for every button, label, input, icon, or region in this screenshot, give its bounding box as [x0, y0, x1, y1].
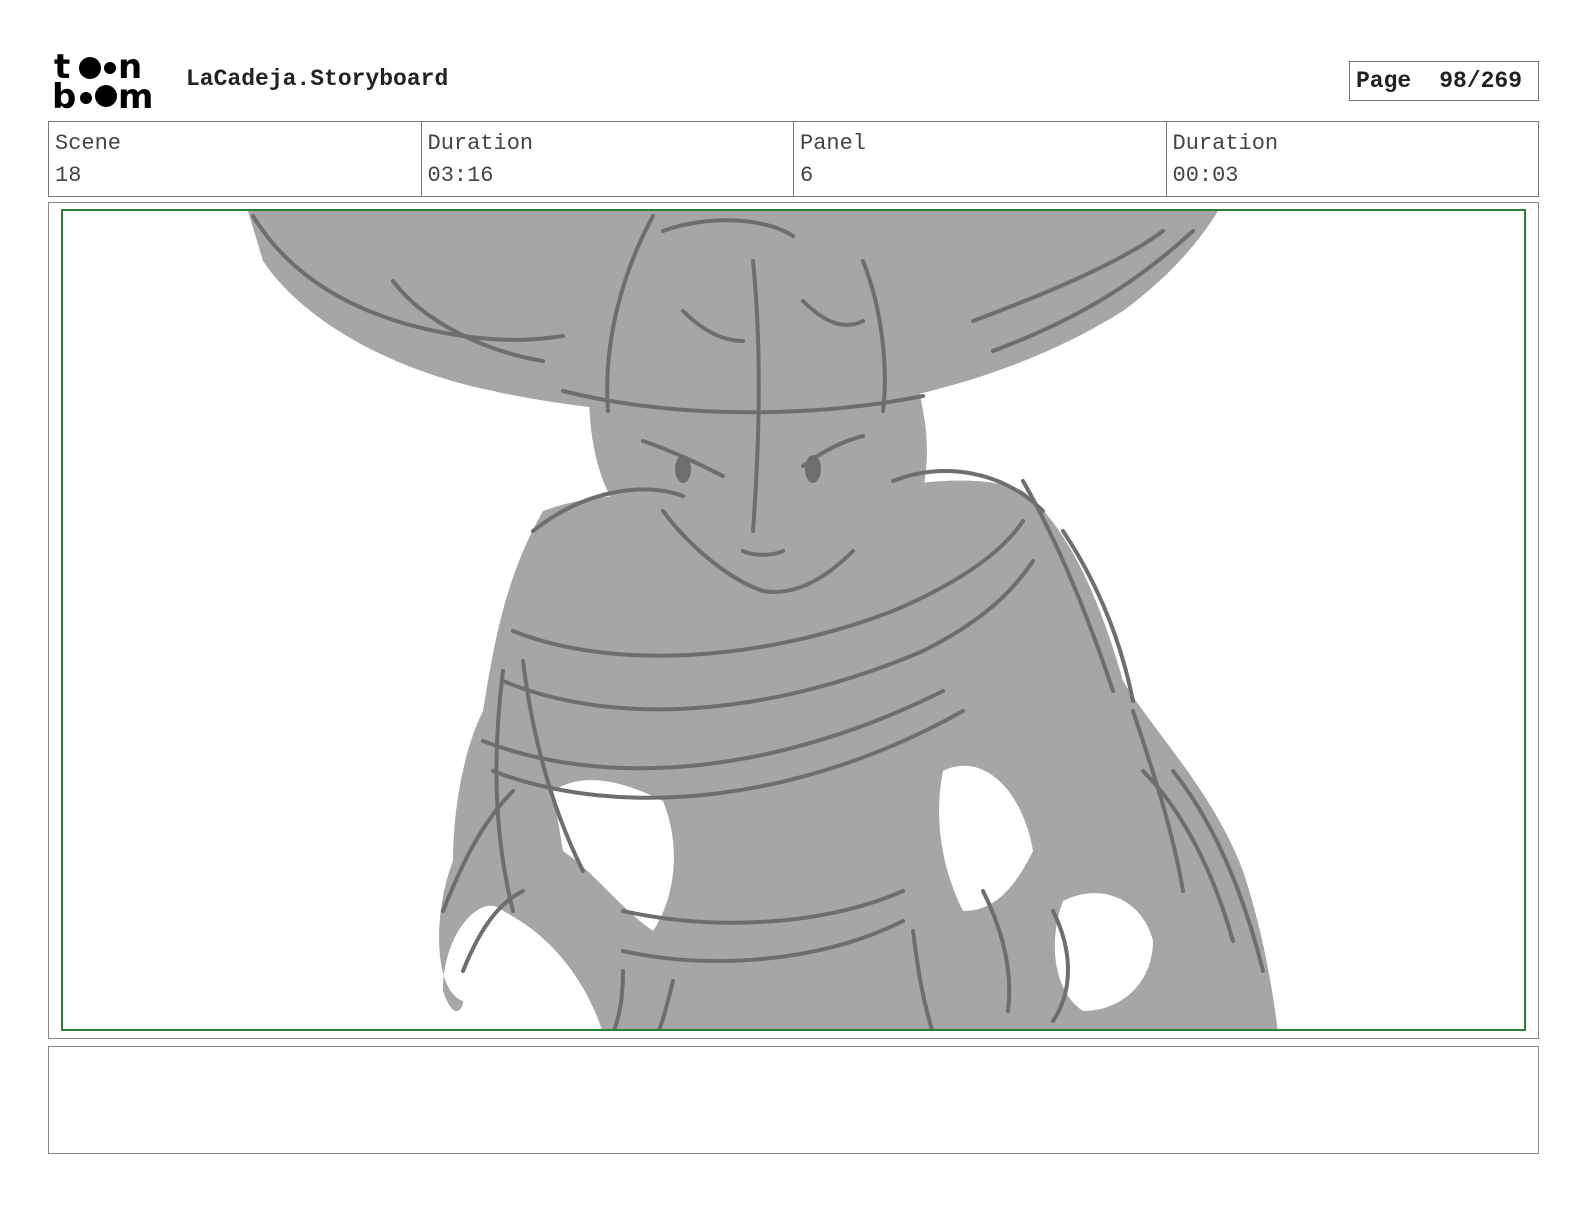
page-indicator: Page 98/269: [1349, 61, 1539, 101]
scene-cell: Scene 18: [49, 122, 422, 196]
panel-duration-label: Duration: [1172, 131, 1279, 156]
scene-label: Scene: [55, 131, 122, 156]
scene-value: 18: [55, 163, 82, 188]
page-number: 98/269: [1439, 68, 1523, 94]
document-title: LaCadeja.Storyboard: [186, 66, 449, 92]
page-label: Page: [1356, 68, 1412, 94]
storyboard-panel-safe-area: [61, 209, 1526, 1031]
character-sketch: [248, 211, 1278, 1029]
toon-boom-logo: t n b m: [52, 47, 164, 117]
panel-cell: Panel 6: [794, 122, 1167, 196]
scene-duration-label: Duration: [427, 131, 534, 156]
svg-text:b: b: [52, 77, 76, 112]
panel-label: Panel: [800, 131, 867, 156]
scene-duration-value: 03:16: [427, 163, 494, 188]
panel-duration-cell: Duration 00:03: [1167, 122, 1539, 196]
panel-notes-box[interactable]: [48, 1046, 1539, 1154]
panel-duration-value: 00:03: [1172, 163, 1239, 188]
panel-value: 6: [800, 163, 814, 188]
panel-info-table: Scene 18 Duration 03:16 Panel 6 Duration…: [48, 121, 1539, 197]
svg-text:m: m: [118, 77, 153, 112]
scene-duration-cell: Duration 03:16: [422, 122, 794, 196]
storyboard-panel-frame: [48, 202, 1539, 1039]
